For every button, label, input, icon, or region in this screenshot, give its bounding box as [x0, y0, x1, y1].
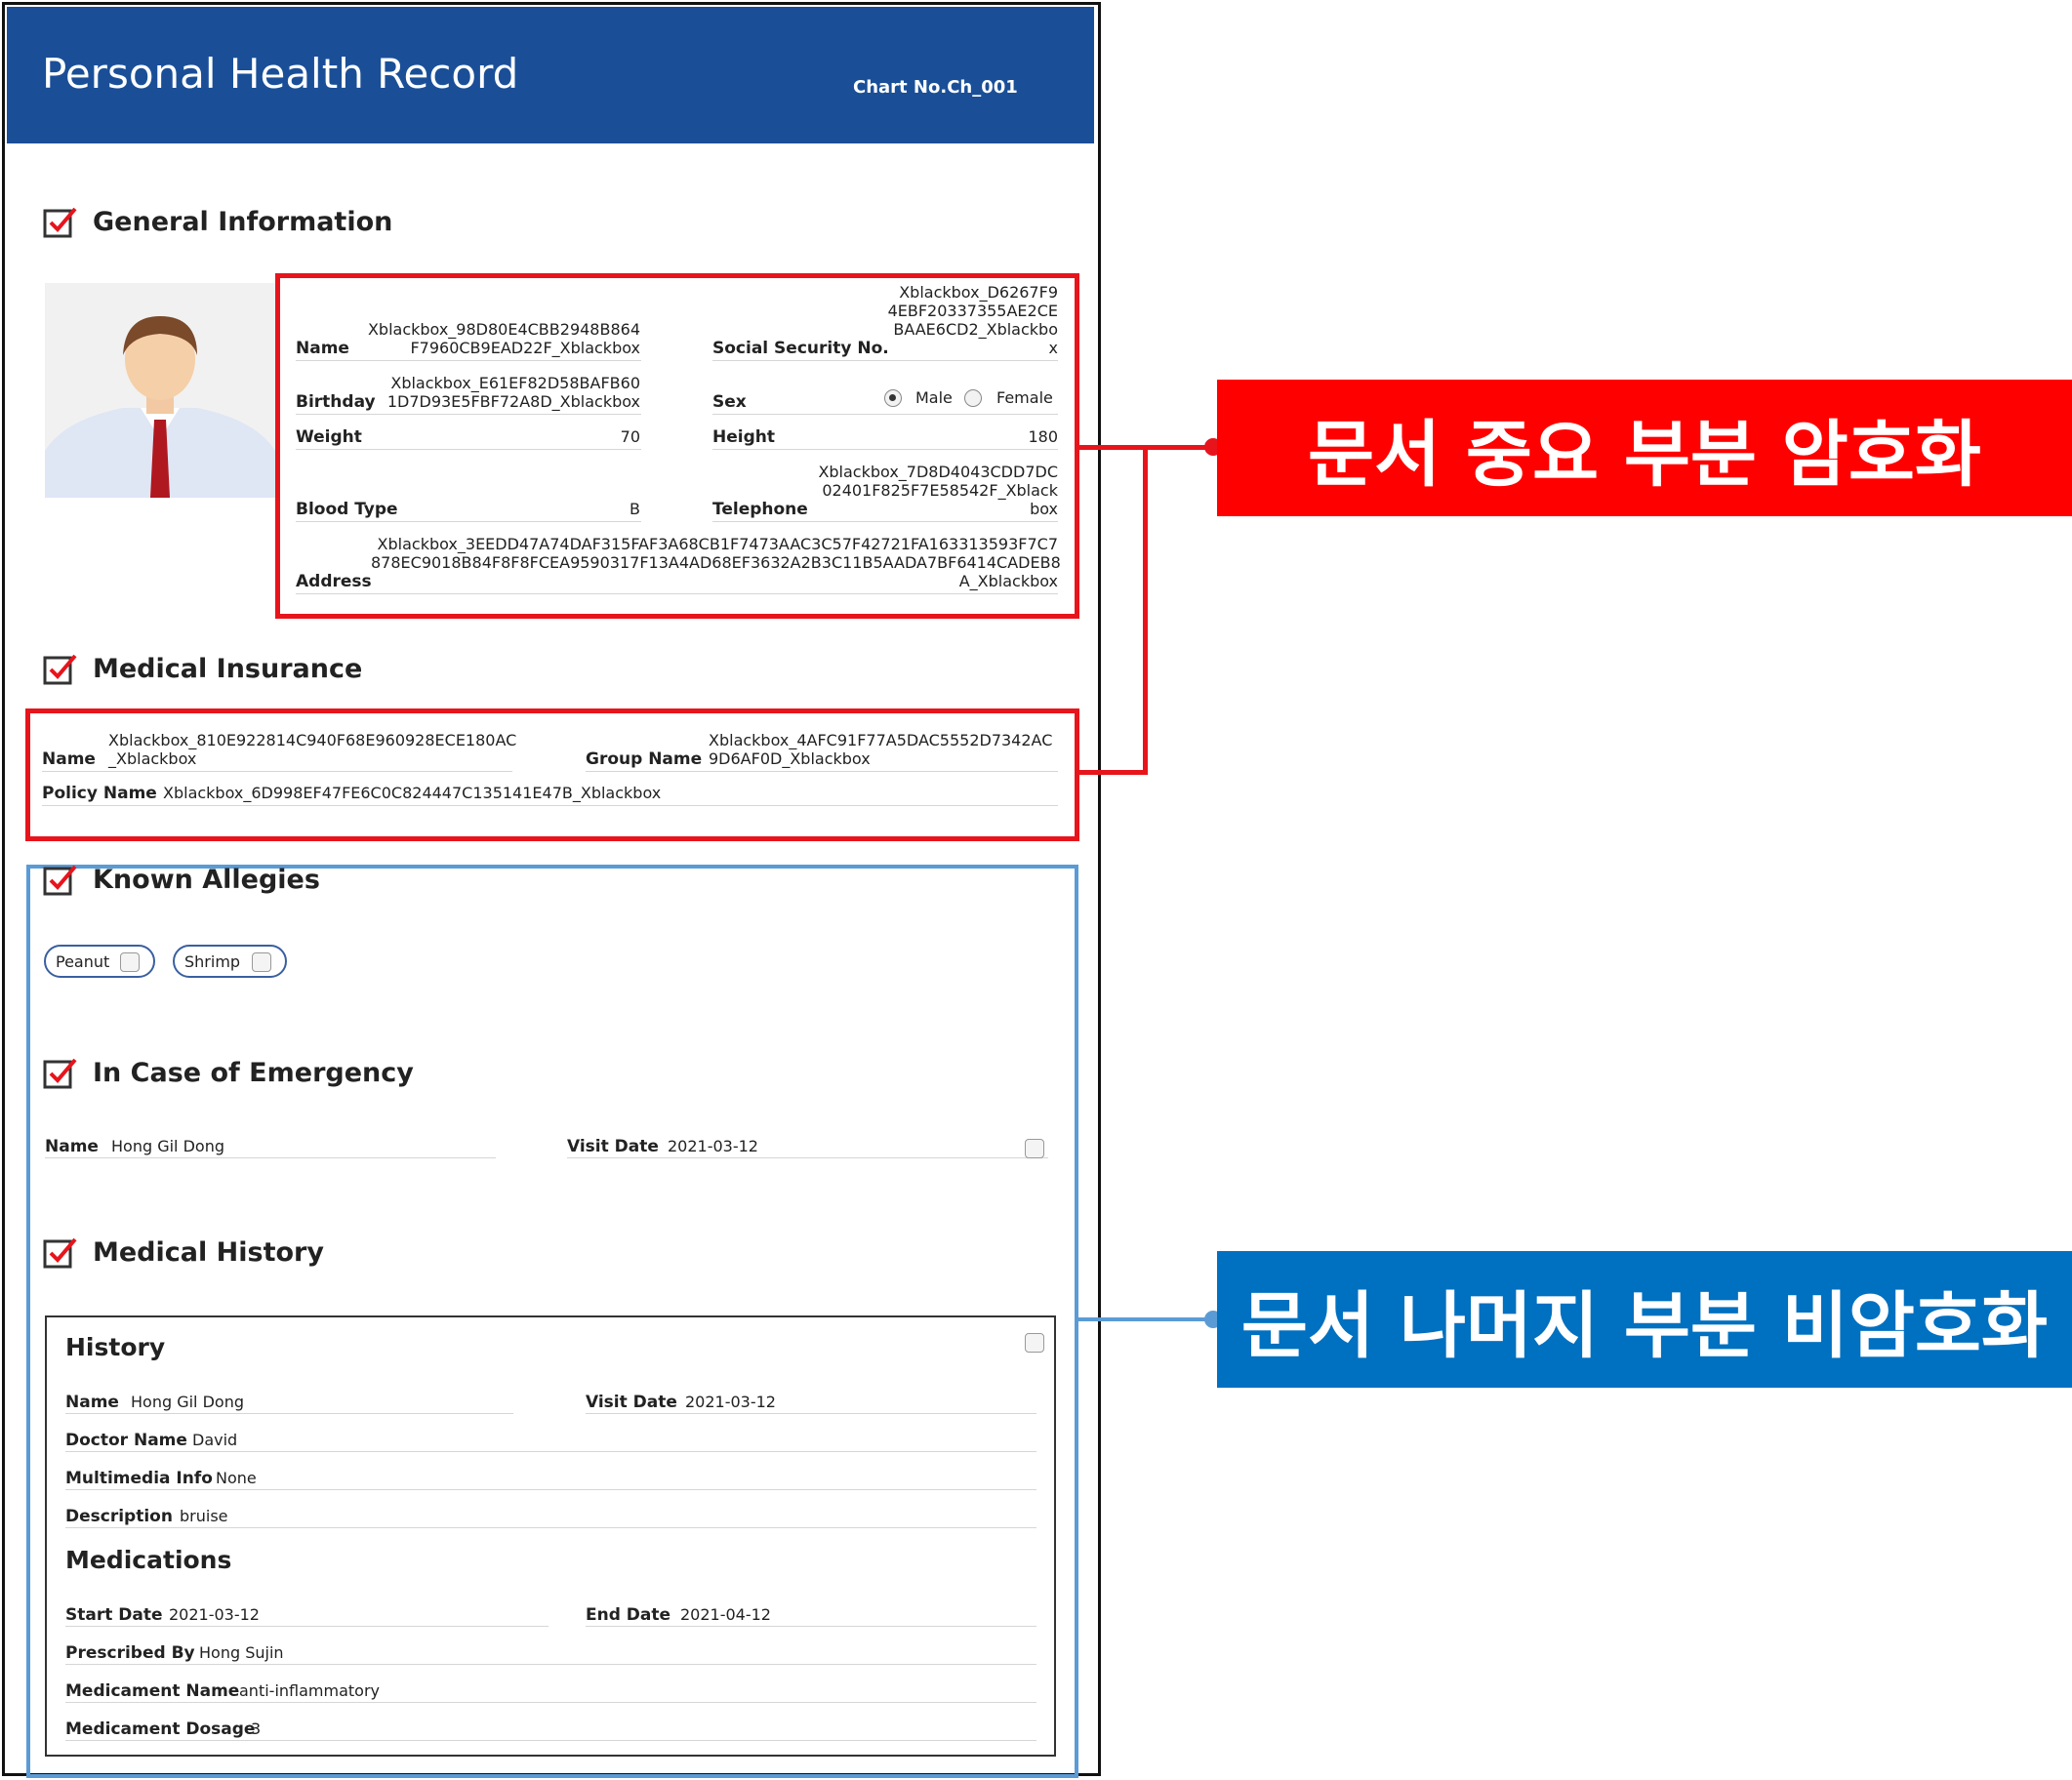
value-height: 180 [1028, 427, 1058, 446]
label-history-visit: Visit Date [586, 1393, 677, 1412]
checkbox-icon[interactable] [1025, 1333, 1044, 1353]
label-medicament-dosage: Medicament Dosage [65, 1719, 256, 1739]
label-group-name: Group Name [586, 749, 703, 769]
label-emergency-name: Name [45, 1137, 99, 1156]
section-title-general: General Information [93, 207, 393, 237]
value-telephone-2: 02401F825F7E58542F_Xblack [822, 481, 1058, 500]
label-name: Name [296, 339, 349, 358]
label-weight: Weight [296, 427, 362, 447]
value-address-1: Xblackbox_3EEDD47A74DAF315FAF3A68CB1F747… [377, 535, 1058, 553]
checkbox-icon[interactable] [120, 952, 140, 972]
value-blood-type: B [630, 500, 640, 518]
value-policy-name: Xblackbox_6D998EF47FE6C0C824447C135141E4… [163, 784, 662, 802]
radio-female[interactable] [964, 389, 982, 407]
label-telephone: Telephone [712, 500, 808, 519]
label-address: Address [296, 572, 372, 591]
checkbox-checked-icon [43, 1237, 77, 1269]
label-birthday: Birthday [296, 392, 376, 412]
label-height: Height [712, 427, 775, 447]
value-insurance-name-1: Xblackbox_810E922814C940F68E960928ECE180… [108, 731, 517, 749]
avatar [45, 283, 275, 498]
history-box-title: History [65, 1333, 166, 1361]
callout-encrypted-text: 문서 중요 부분 암호화 [1307, 412, 1981, 497]
checkbox-checked-icon [43, 1058, 77, 1089]
value-address-3: A_Xblackbox [958, 572, 1058, 590]
label-sex: Sex [712, 392, 747, 412]
allergy-label: Peanut [56, 952, 110, 971]
encrypted-region-insurance [25, 708, 1079, 841]
value-history-visit: 2021-03-12 [685, 1393, 776, 1411]
label-start-date: Start Date [65, 1605, 163, 1625]
label-male: Male [915, 388, 953, 407]
checkbox-icon[interactable] [252, 952, 271, 972]
label-multimedia: Multimedia Info [65, 1469, 213, 1488]
chart-number: Chart No.Ch_001 [853, 77, 1018, 98]
label-female: Female [996, 388, 1053, 407]
page-header: Personal Health Record Chart No.Ch_001 [7, 7, 1094, 143]
label-history-name: Name [65, 1393, 119, 1412]
value-birthday-1: Xblackbox_E61EF82D58BAFB60 [390, 374, 640, 392]
label-blood-type: Blood Type [296, 500, 398, 519]
value-name-1: Xblackbox_98D80E4CBB2948B864 [367, 320, 640, 339]
label-doctor: Doctor Name [65, 1431, 187, 1450]
value-medicament-dosage: 3 [251, 1719, 262, 1738]
value-ssn-1: Xblackbox_D6267F9 [899, 283, 1058, 302]
allergy-chip-peanut[interactable]: Peanut [44, 945, 155, 978]
value-start-date: 2021-03-12 [169, 1605, 260, 1624]
callout-unencrypted-text: 문서 나머지 부분 비암호화 [1240, 1283, 2049, 1368]
value-emergency-visit: 2021-03-12 [668, 1137, 758, 1155]
value-medicament-name: anti-inflammatory [239, 1681, 380, 1700]
value-weight: 70 [620, 427, 640, 446]
label-description: Description [65, 1507, 173, 1526]
section-title-history: Medical History [93, 1237, 324, 1268]
label-medicament-name: Medicament Name [65, 1681, 240, 1701]
value-ssn-2: 4EBF20337355AE2CE [887, 302, 1058, 320]
value-group-name-1: Xblackbox_4AFC91F77A5DAC5552D7342AC [709, 731, 1053, 749]
value-prescribed-by: Hong Sujin [199, 1643, 284, 1662]
section-title-emergency: In Case of Emergency [93, 1058, 414, 1088]
label-emergency-visit: Visit Date [567, 1137, 659, 1156]
value-birthday-2: 1D7D93E5FBF72A8D_Xblackbox [386, 392, 640, 411]
value-ssn-4: x [1048, 339, 1058, 357]
label-insurance-name: Name [42, 749, 96, 769]
label-policy-name: Policy Name [42, 784, 157, 803]
medications-title: Medications [65, 1546, 232, 1574]
value-group-name-2: 9D6AF0D_Xblackbox [709, 749, 871, 768]
value-doctor: David [192, 1431, 238, 1449]
page-title: Personal Health Record [42, 50, 519, 98]
callout-encrypted: 문서 중요 부분 암호화 [1217, 380, 2072, 516]
checkbox-checked-icon [43, 865, 77, 896]
value-address-2: 878EC9018B84F8F8FCEA9590317F13A4AD68EF36… [371, 553, 1061, 572]
checkbox-icon[interactable] [1025, 1139, 1044, 1158]
checkbox-checked-icon [43, 654, 77, 685]
value-telephone-3: box [1030, 500, 1058, 518]
value-description: bruise [180, 1507, 228, 1525]
value-emergency-name: Hong Gil Dong [111, 1137, 224, 1155]
section-title-insurance: Medical Insurance [93, 654, 363, 684]
radio-male[interactable] [884, 389, 902, 407]
value-history-name: Hong Gil Dong [131, 1393, 244, 1411]
callout-unencrypted: 문서 나머지 부분 비암호화 [1217, 1251, 2072, 1388]
label-end-date: End Date [586, 1605, 671, 1625]
allergy-label: Shrimp [184, 952, 241, 971]
checkbox-checked-icon [43, 207, 77, 238]
section-title-allergies: Known Allegies [93, 865, 320, 895]
value-insurance-name-2: _Xblackbox [108, 749, 197, 768]
label-prescribed-by: Prescribed By [65, 1643, 195, 1663]
value-end-date: 2021-04-12 [680, 1605, 771, 1624]
value-ssn-3: BAAE6CD2_Xblackbo [893, 320, 1058, 339]
value-multimedia: None [216, 1469, 257, 1487]
value-telephone-1: Xblackbox_7D8D4043CDD7DC [818, 463, 1058, 481]
value-name-2: F7960CB9EAD22F_Xblackbox [410, 339, 640, 357]
allergy-chip-shrimp[interactable]: Shrimp [173, 945, 287, 978]
